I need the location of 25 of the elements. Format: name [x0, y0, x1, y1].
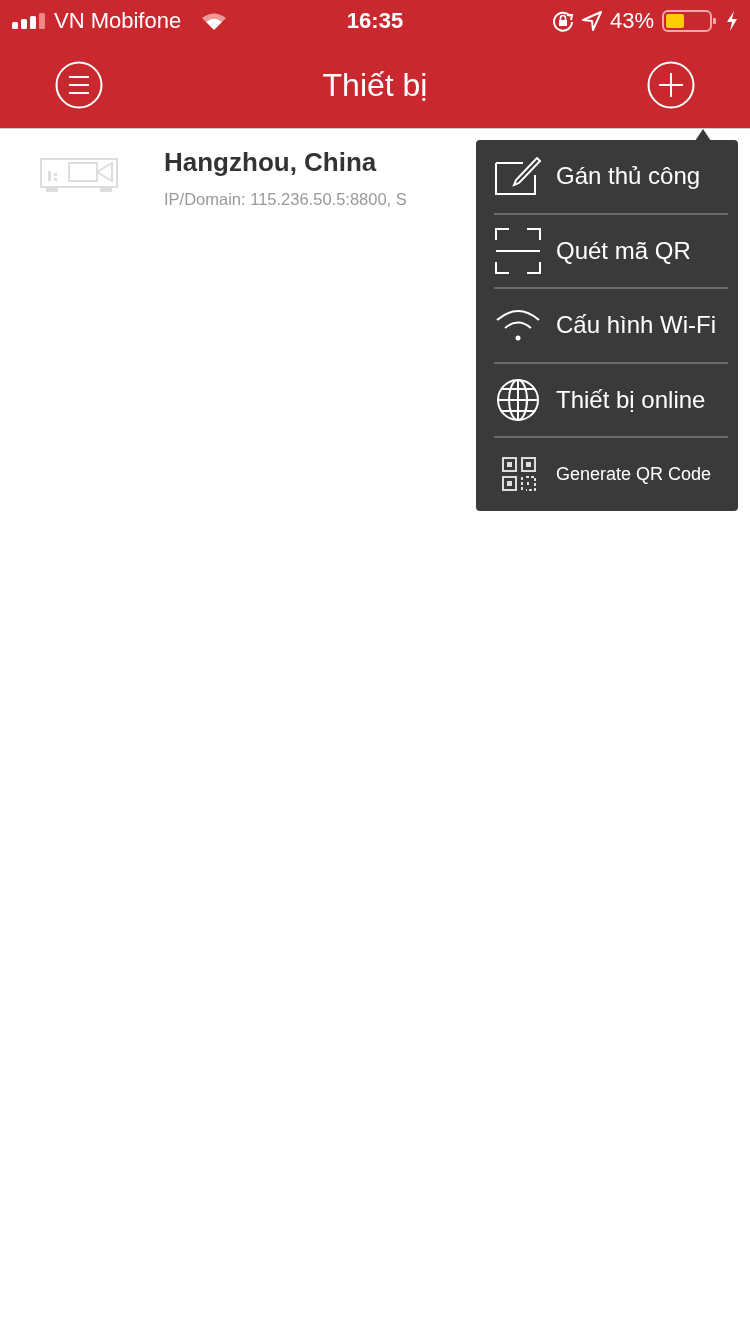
device-name: Hangzhou, China [164, 147, 378, 178]
scan-icon [494, 227, 542, 274]
menu-item[interactable]: Generate QR Code [494, 436, 728, 511]
charging-bolt-icon [726, 11, 738, 31]
menu-item[interactable]: Gán thủ công [494, 140, 728, 213]
qr-code-icon [502, 457, 536, 492]
globe-icon [494, 377, 542, 422]
add-button[interactable] [647, 61, 695, 109]
battery-percent: 43% [609, 8, 654, 34]
battery-icon [662, 10, 718, 32]
signal-icon [12, 13, 46, 29]
location-arrow-icon [581, 11, 602, 31]
clock-time: 16:35 [346, 8, 404, 34]
carrier-name: VN Mobifone [54, 8, 182, 34]
menu-button[interactable] [55, 61, 103, 109]
wifi-icon [494, 308, 542, 343]
menu-item[interactable]: Quét mã QR [494, 212, 728, 287]
menu-item[interactable]: Cấu hình Wi-Fi [494, 287, 728, 362]
device-details: IP/Domain: 115.236.50.5:8800, S [164, 190, 407, 209]
edit-icon [494, 157, 542, 196]
wifi-icon [201, 12, 228, 30]
rotation-lock-icon [551, 10, 574, 32]
camera-device-icon [40, 155, 118, 193]
menu-item[interactable]: Thiết bị online [494, 361, 728, 436]
page-title: Thiết bị [322, 66, 428, 104]
